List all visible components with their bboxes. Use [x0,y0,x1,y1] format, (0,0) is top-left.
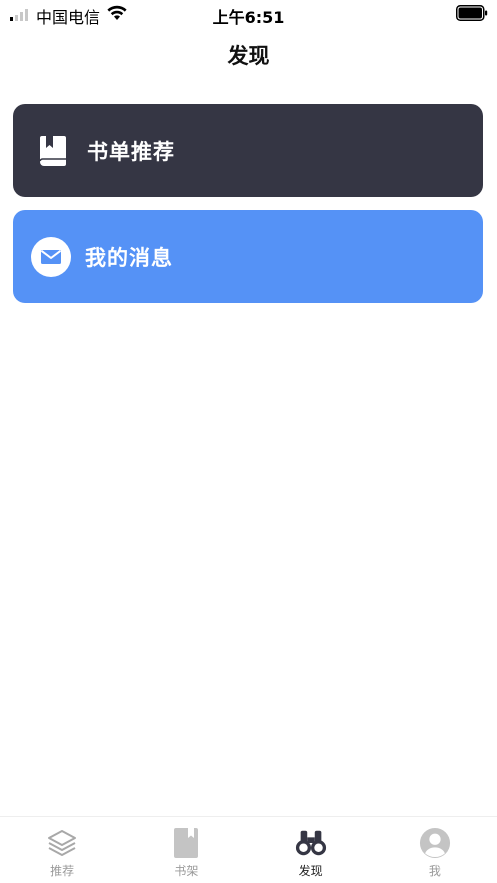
mail-icon [31,236,71,277]
user-icon [419,827,451,859]
binoculars-icon [295,827,327,859]
bookshelf-icon [170,827,202,859]
messages-card-label: 我的消息 [85,245,173,270]
messages-card[interactable]: 我的消息 [13,210,483,303]
battery-icon [456,5,488,21]
tab-bar: 推荐 书架 发现 我 [0,816,497,883]
tab-me-label: 我 [428,864,441,878]
booklist-card[interactable]: 书单推荐 [13,104,483,197]
layers-icon [46,827,78,859]
tab-recommend[interactable]: 推荐 [0,817,124,883]
tab-recommend-label: 推荐 [50,864,75,878]
tab-discover-label: 发现 [298,864,323,878]
status-bar: 中国电信 上午6:51 [0,0,497,28]
book-icon [33,131,73,171]
tab-discover[interactable]: 发现 [249,817,373,883]
tab-bookshelf-label: 书架 [174,864,199,878]
status-time: 上午6:51 [212,8,285,27]
booklist-card-label: 书单推荐 [87,139,175,164]
discover-screen: 中国电信 上午6:51 发现 书单推荐 我的消息 推荐 书架 发现 我 [0,0,497,883]
tab-me[interactable]: 我 [373,817,497,883]
tab-bookshelf[interactable]: 书架 [124,817,248,883]
page-title: 发现 [227,44,270,68]
